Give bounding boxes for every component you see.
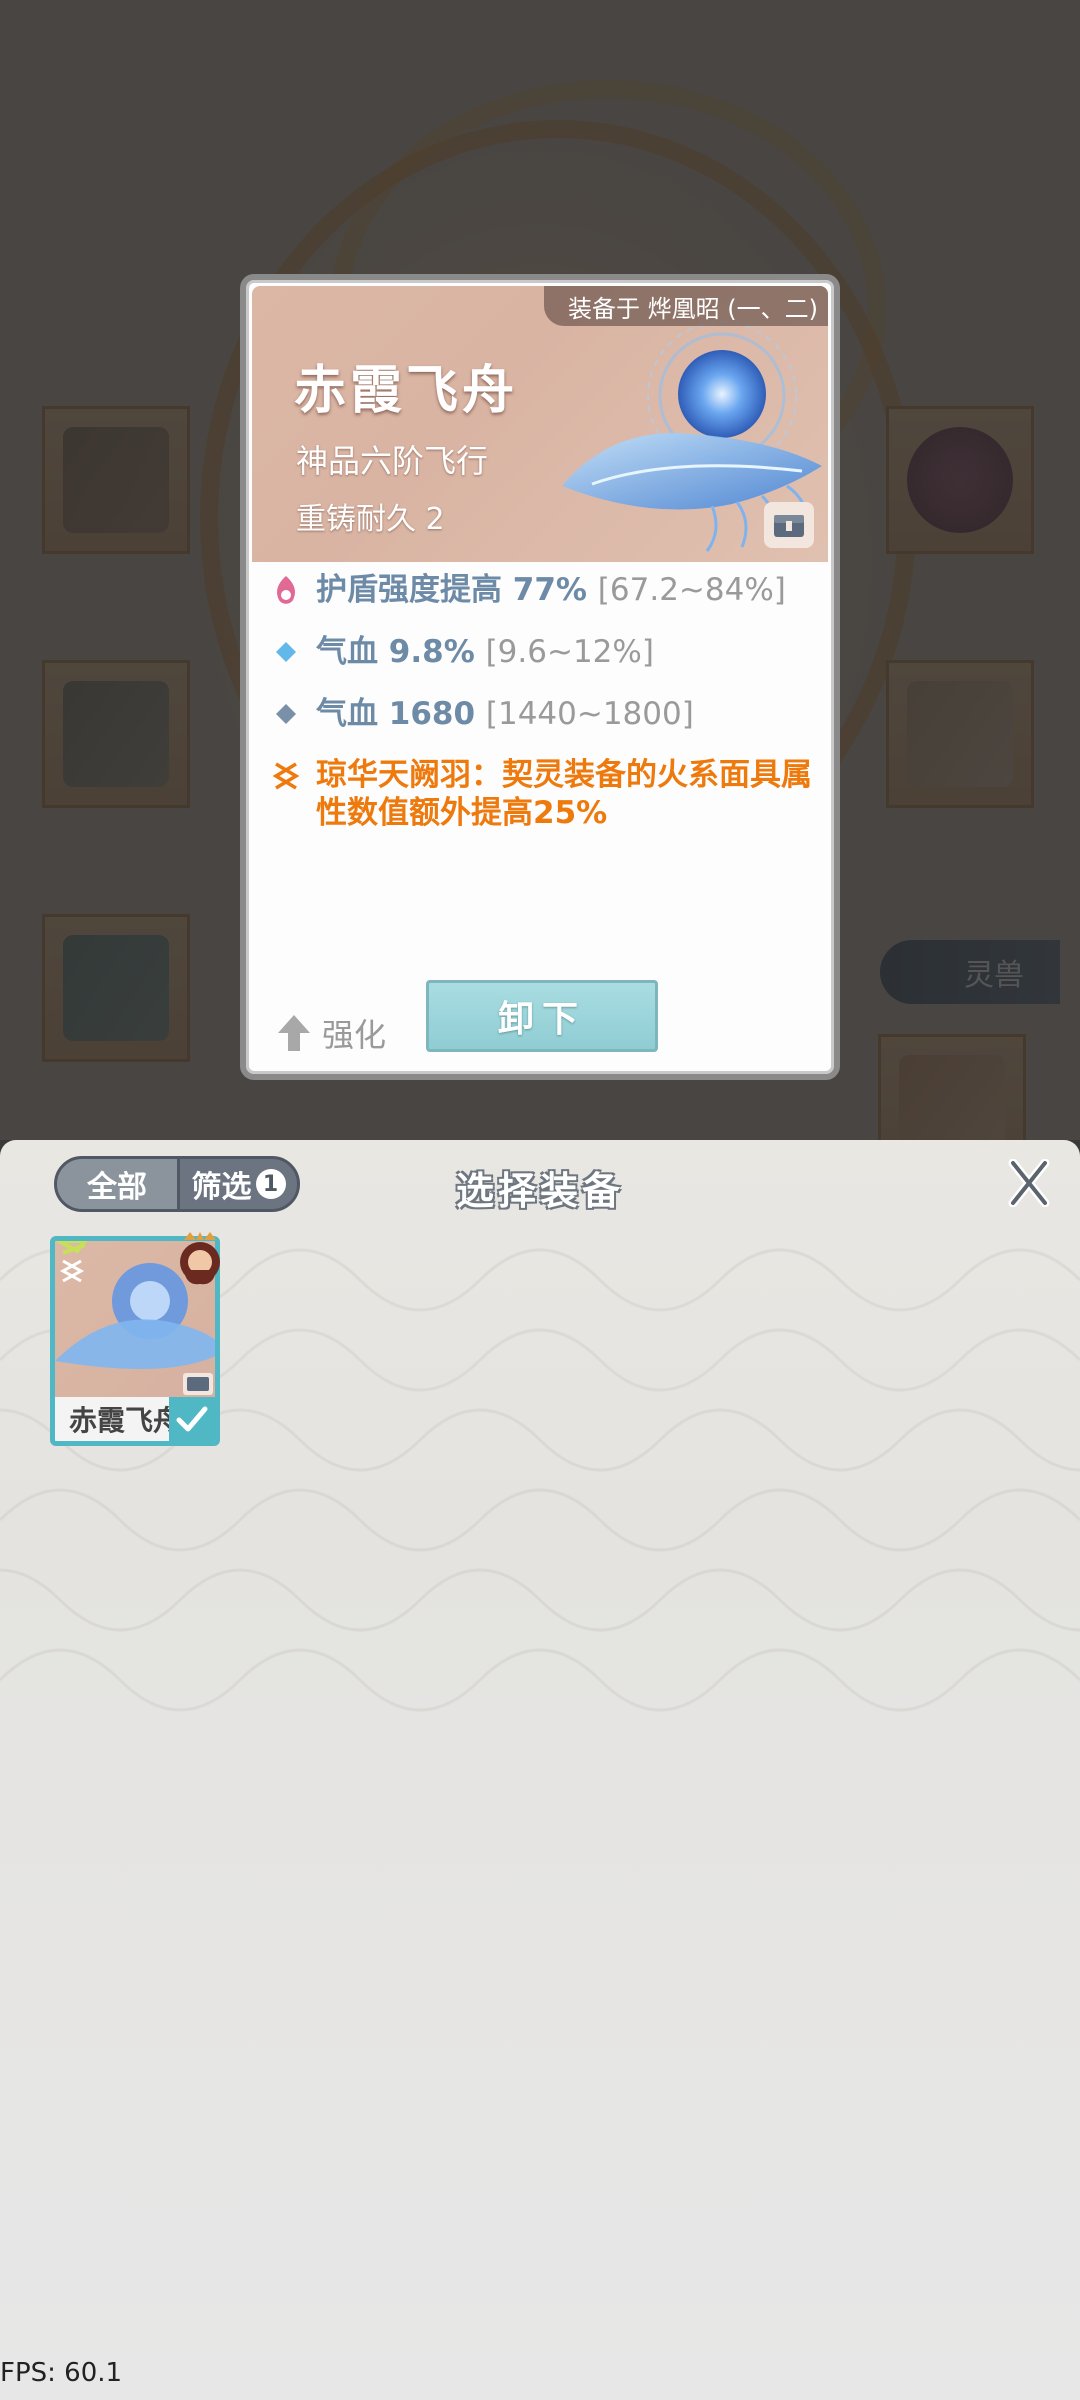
strengthen-label: 强化 (322, 1016, 387, 1054)
stat-row: 气血 9.8% [9.6~12%] (266, 632, 824, 672)
stat-row: 气血 1680 [1440~1800] (266, 694, 824, 734)
item-header: 装备于 烨凰昭 (一、二) 赤霞飞舟 神品六阶飞行 重铸耐久 2 (252, 286, 828, 562)
diamond-light-icon (266, 632, 306, 672)
stat-range: [1440~1800] (485, 696, 694, 732)
unequip-button[interactable]: 卸下 (426, 980, 658, 1052)
chest-icon (774, 515, 804, 537)
special-effect-row: 琼华天阙羽：契灵装备的火系面具属性数值额外提高25% (266, 756, 824, 832)
fps-counter: FPS: 60.1 (0, 2358, 123, 2388)
select-equipment-panel: 全部 筛选 1 选择装备 赤霞飞舟 (0, 1140, 1080, 2400)
stat-text: 气血 1680 (316, 696, 476, 732)
item-grade: 神品六阶飞行 (296, 442, 489, 480)
close-button[interactable] (1002, 1156, 1056, 1210)
stat-text: 护盾强度提高 77% (316, 572, 587, 608)
diamond-dark-icon (266, 694, 306, 734)
special-effect-icon (266, 756, 306, 796)
equipped-on-label: 装备于 烨凰昭 (一、二) (544, 286, 828, 326)
item-detail-card: 装备于 烨凰昭 (一、二) 赤霞飞舟 神品六阶飞行 重铸耐久 2 护盾强度提高 … (240, 274, 840, 1080)
fire-mask-icon (266, 570, 306, 610)
stat-range: [9.6~12%] (485, 634, 654, 670)
panel-title: 选择装备 (455, 1169, 624, 1213)
character-avatar (180, 1232, 220, 1285)
close-icon (1008, 1159, 1050, 1207)
lock-button[interactable] (764, 502, 814, 548)
item-durability: 重铸耐久 2 (296, 502, 445, 537)
stat-row: 护盾强度提高 77% [67.2~84%] (266, 570, 824, 610)
stat-range: [67.2~84%] (597, 572, 786, 608)
special-effect-text: 琼华天阙羽：契灵装备的火系面具属性数值额外提高25% (316, 757, 812, 831)
arrow-up-icon (278, 1015, 310, 1051)
selected-check-icon (169, 1397, 215, 1441)
stat-text: 气血 9.8% (316, 634, 475, 670)
strengthen-button[interactable]: 强化 (276, 1010, 386, 1056)
stat-list: 护盾强度提高 77% [67.2~84%] 气血 9.8% [9.6~12%] … (266, 570, 824, 854)
item-name: 赤霞飞舟 (294, 361, 519, 421)
